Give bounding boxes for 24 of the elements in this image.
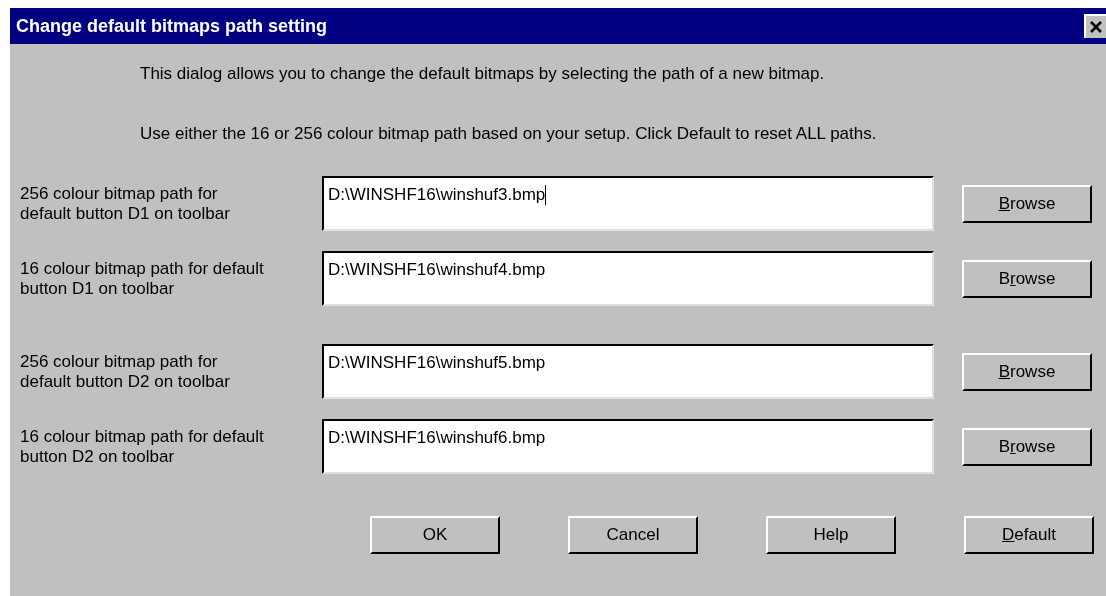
field-label: 16 colour bitmap path for default button D2 on toolbar <box>19 426 265 467</box>
field-label: 16 colour bitmap path for default button D1 on toolbar <box>19 258 265 299</box>
path-field[interactable]: D:\WINSHF16\winshuf3.bmp <box>322 176 934 231</box>
instruction-text: Use either the 16 or 256 colour bitmap path based on your setup. Click Default to reset ALL paths. <box>140 124 878 144</box>
dialog-button[interactable]: Help <box>766 516 896 554</box>
field-label: 256 colour bitmap path for default button D2 on toolbar <box>19 351 231 392</box>
browse-button[interactable]: Browse <box>962 427 1092 466</box>
dialog-button[interactable]: Default <box>964 516 1094 554</box>
window-title: Change default bitmaps path setting <box>16 15 328 37</box>
path-field[interactable]: D:\WINSHF16\winshuf4.bmp <box>322 251 934 306</box>
path-text: D:\WINSHF16\winshuf6.bmp <box>328 428 546 448</box>
path-field[interactable]: D:\WINSHF16\winshuf5.bmp <box>322 344 934 399</box>
path-text: D:\WINSHF16\winshuf4.bmp <box>328 260 546 280</box>
browse-button[interactable]: Browse <box>962 352 1092 391</box>
dialog-button[interactable]: OK <box>370 516 500 554</box>
browse-button[interactable]: Browse <box>962 184 1092 223</box>
path-text: D:\WINSHF16\winshuf3.bmp <box>328 185 546 205</box>
browse-button[interactable]: Browse <box>962 259 1092 298</box>
dialog-button[interactable]: Cancel <box>568 516 698 554</box>
path-field[interactable]: D:\WINSHF16\winshuf6.bmp <box>322 419 934 474</box>
close-icon[interactable] <box>1084 14 1106 38</box>
instruction-text: This dialog allows you to change the default bitmaps by selecting the path of a new bitmap. <box>140 64 826 84</box>
field-label: 256 colour bitmap path for default button D1 on toolbar <box>19 183 231 224</box>
path-text: D:\WINSHF16\winshuf5.bmp <box>328 353 546 373</box>
